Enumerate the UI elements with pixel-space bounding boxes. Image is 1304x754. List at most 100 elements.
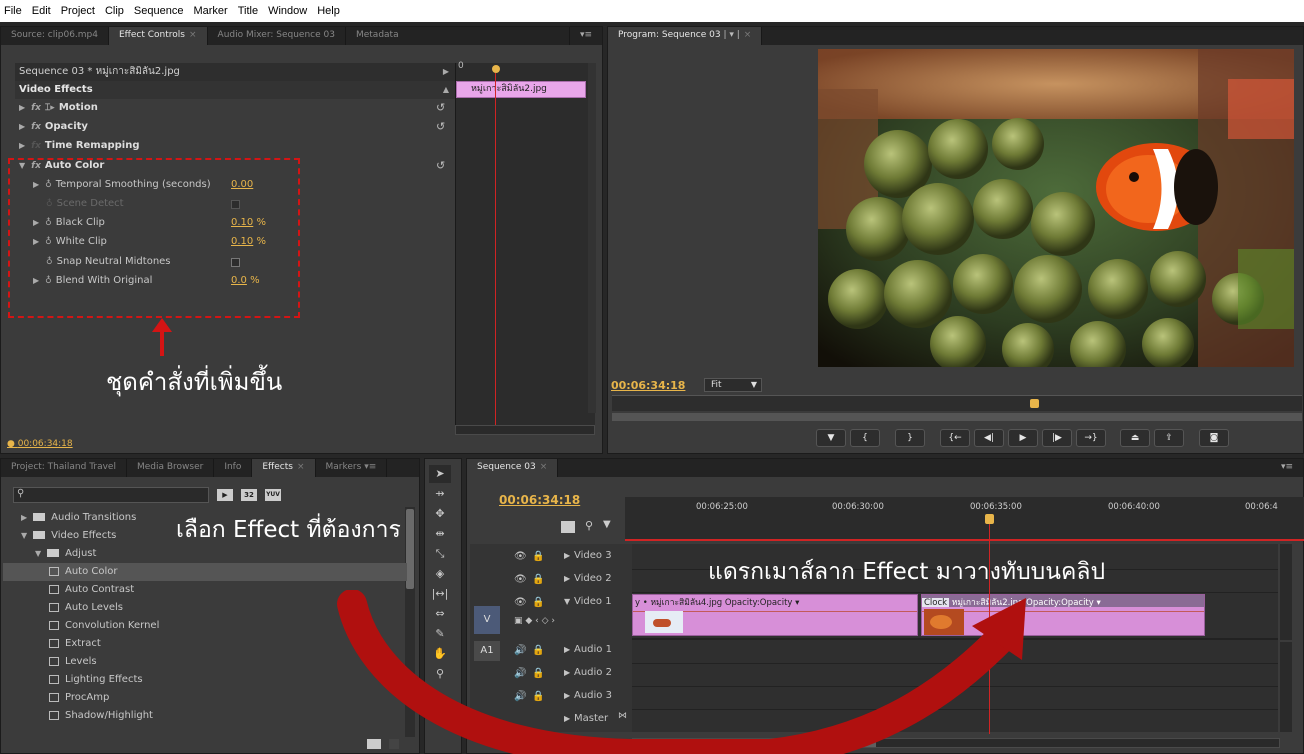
menu-bar: File Edit Project Clip Sequence Marker T… [0, 0, 1304, 22]
tab-audio-mixer[interactable]: Audio Mixer: Sequence 03 [208, 27, 346, 45]
expand-icon[interactable]: ▶ [19, 122, 25, 131]
tab-project[interactable]: Project: Thailand Travel [1, 459, 127, 477]
ripple-edit-tool-icon[interactable]: ✥ [429, 505, 451, 523]
mark-out-button[interactable]: } [895, 429, 925, 447]
panel-menu-icon[interactable]: ▾≡ [1271, 459, 1303, 477]
export-frame-button[interactable]: ◙ [1199, 429, 1229, 447]
program-zoom-bar[interactable] [612, 413, 1302, 421]
reset-icon[interactable]: ↺ [436, 159, 445, 172]
lift-button[interactable]: ⏏ [1120, 429, 1150, 447]
menu-window[interactable]: Window [268, 5, 307, 17]
track-select-tool-icon[interactable]: ⇸ [429, 485, 451, 503]
tab-effects[interactable]: Effects × [252, 459, 316, 477]
reset-icon[interactable]: ↺ [436, 101, 445, 114]
selection-tool-icon[interactable]: ➤ [429, 465, 451, 483]
tab-info[interactable]: Info [214, 459, 253, 477]
effects-tree-label: Levels [65, 656, 97, 667]
eye-icon[interactable]: 👁 [514, 574, 527, 585]
collapse-icon[interactable]: ▼ [21, 531, 27, 540]
accelerated-effects-filter-icon[interactable]: ▶ [217, 489, 233, 501]
search-icon: ⚲ [17, 488, 25, 499]
play-only-icon[interactable]: ▶ [443, 63, 449, 81]
program-scrub-bar[interactable] [612, 395, 1302, 411]
effect-icon [49, 638, 59, 648]
expand-icon[interactable]: ▶ [564, 574, 570, 583]
add-marker-icon[interactable]: ▼ [603, 519, 611, 530]
menu-project[interactable]: Project [61, 5, 95, 17]
lock-icon[interactable]: 🔒 [532, 574, 544, 585]
expand-icon[interactable]: ▶ [21, 513, 27, 522]
tab-program[interactable]: Program: Sequence 03 | ▾ | × [608, 27, 763, 45]
reset-icon[interactable]: ↺ [436, 120, 445, 133]
effect-row-motion[interactable]: ▶ fx ⌶▸ Motion [19, 99, 455, 117]
effects-search-input[interactable]: ⚲ [13, 487, 209, 503]
menu-edit[interactable]: Edit [32, 5, 51, 17]
expand-icon[interactable]: ▶ [564, 551, 570, 560]
effects-scroll-thumb[interactable] [406, 509, 414, 589]
mini-clip[interactable]: หมู่เกาะสิมิลัน2.jpg [456, 81, 586, 98]
tab-audio-mixer-label: Audio Mixer: Sequence 03 [217, 30, 335, 40]
yuv-filter-icon[interactable]: YUV [265, 489, 281, 501]
menu-clip[interactable]: Clip [105, 5, 124, 17]
effect-controls-timecode[interactable]: ● 00:06:34:18 [7, 439, 73, 449]
timeline-playhead-icon[interactable] [985, 514, 994, 524]
program-monitor-panel: Program: Sequence 03 | ▾ | × 00:06:34:18… [607, 26, 1304, 454]
menu-marker[interactable]: Marker [193, 5, 227, 17]
expand-icon[interactable]: ▶ [19, 141, 25, 150]
menu-sequence[interactable]: Sequence [134, 5, 184, 17]
rate-stretch-tool-icon[interactable]: ⤡ [429, 545, 451, 563]
menu-file[interactable]: File [4, 5, 22, 17]
scroll-up-icon[interactable]: ▲ [443, 81, 449, 99]
tab-sequence-label: Sequence 03 [477, 462, 536, 472]
underwater-image [818, 49, 1294, 367]
dropdown-icon[interactable]: | ▾ | [723, 30, 739, 40]
panel-menu-icon[interactable]: ▾≡ [570, 27, 602, 45]
ruler-zero-label: 0 [458, 61, 464, 71]
effect-zoom-bar[interactable] [455, 425, 595, 435]
timeline-vscroll[interactable] [1280, 544, 1292, 640]
snap-icon[interactable] [561, 521, 575, 533]
program-timecode[interactable]: 00:06:34:18 [611, 379, 685, 392]
eye-icon[interactable]: 👁 [514, 551, 527, 562]
expand-icon[interactable]: ▶ [19, 103, 25, 112]
tab-sequence[interactable]: Sequence 03 × [467, 459, 559, 477]
effects-tree-item[interactable]: Auto Color [3, 563, 407, 581]
lock-icon[interactable]: 🔒 [532, 551, 544, 562]
close-icon[interactable]: × [540, 462, 548, 472]
tab-metadata[interactable]: Metadata [346, 27, 570, 45]
close-icon[interactable]: × [744, 30, 752, 40]
go-to-out-button[interactable]: →} [1076, 429, 1106, 447]
play-button[interactable]: ▶ [1008, 429, 1038, 447]
32bit-filter-icon[interactable]: 32 [241, 489, 257, 501]
go-to-in-button[interactable]: {← [940, 429, 970, 447]
extract-button[interactable]: ⇪ [1154, 429, 1184, 447]
mini-scrollbar[interactable] [588, 63, 596, 413]
track-video-2[interactable]: 👁 🔒 ▶ Video 2 [470, 571, 632, 592]
tab-media-browser[interactable]: Media Browser [127, 459, 215, 477]
track-video-3[interactable]: 👁 🔒 ▶ Video 3 [470, 548, 632, 569]
fit-dropdown[interactable]: Fit ▼ [704, 378, 762, 392]
close-icon[interactable]: × [297, 462, 305, 472]
razor-tool-icon[interactable]: ◈ [429, 565, 451, 583]
effect-row-time-remapping[interactable]: ▶ fx Time Remapping [19, 137, 455, 155]
close-icon[interactable]: × [189, 30, 197, 40]
timeline-timecode[interactable]: 00:06:34:18 [499, 493, 580, 507]
marker-icon[interactable]: ⚲ [585, 519, 593, 532]
program-playhead-icon[interactable] [1030, 399, 1039, 408]
effect-row-opacity[interactable]: ▶ fx Opacity [19, 118, 455, 136]
step-back-button[interactable]: ◀| [974, 429, 1004, 447]
menu-help[interactable]: Help [317, 5, 340, 17]
tab-markers[interactable]: Markers ▾≡ [316, 459, 388, 477]
effect-timeline-area[interactable]: 0 หมู่เกาะสิมิลัน2.jpg [455, 61, 596, 433]
mark-in-button[interactable]: { [850, 429, 880, 447]
menu-title[interactable]: Title [238, 5, 258, 17]
annotation-curved-arrow [337, 590, 1026, 754]
rolling-edit-tool-icon[interactable]: ⇹ [429, 525, 451, 543]
collapse-icon[interactable]: ▼ [35, 549, 41, 558]
step-forward-button[interactable]: |▶ [1042, 429, 1072, 447]
tab-source[interactable]: Source: clip06.mp4 [1, 27, 109, 45]
add-marker-button[interactable]: ▼ [816, 429, 846, 447]
playhead-icon[interactable] [492, 65, 500, 73]
tab-effect-controls[interactable]: Effect Controls × [109, 27, 208, 45]
timeline-vscroll-audio[interactable] [1280, 642, 1292, 732]
